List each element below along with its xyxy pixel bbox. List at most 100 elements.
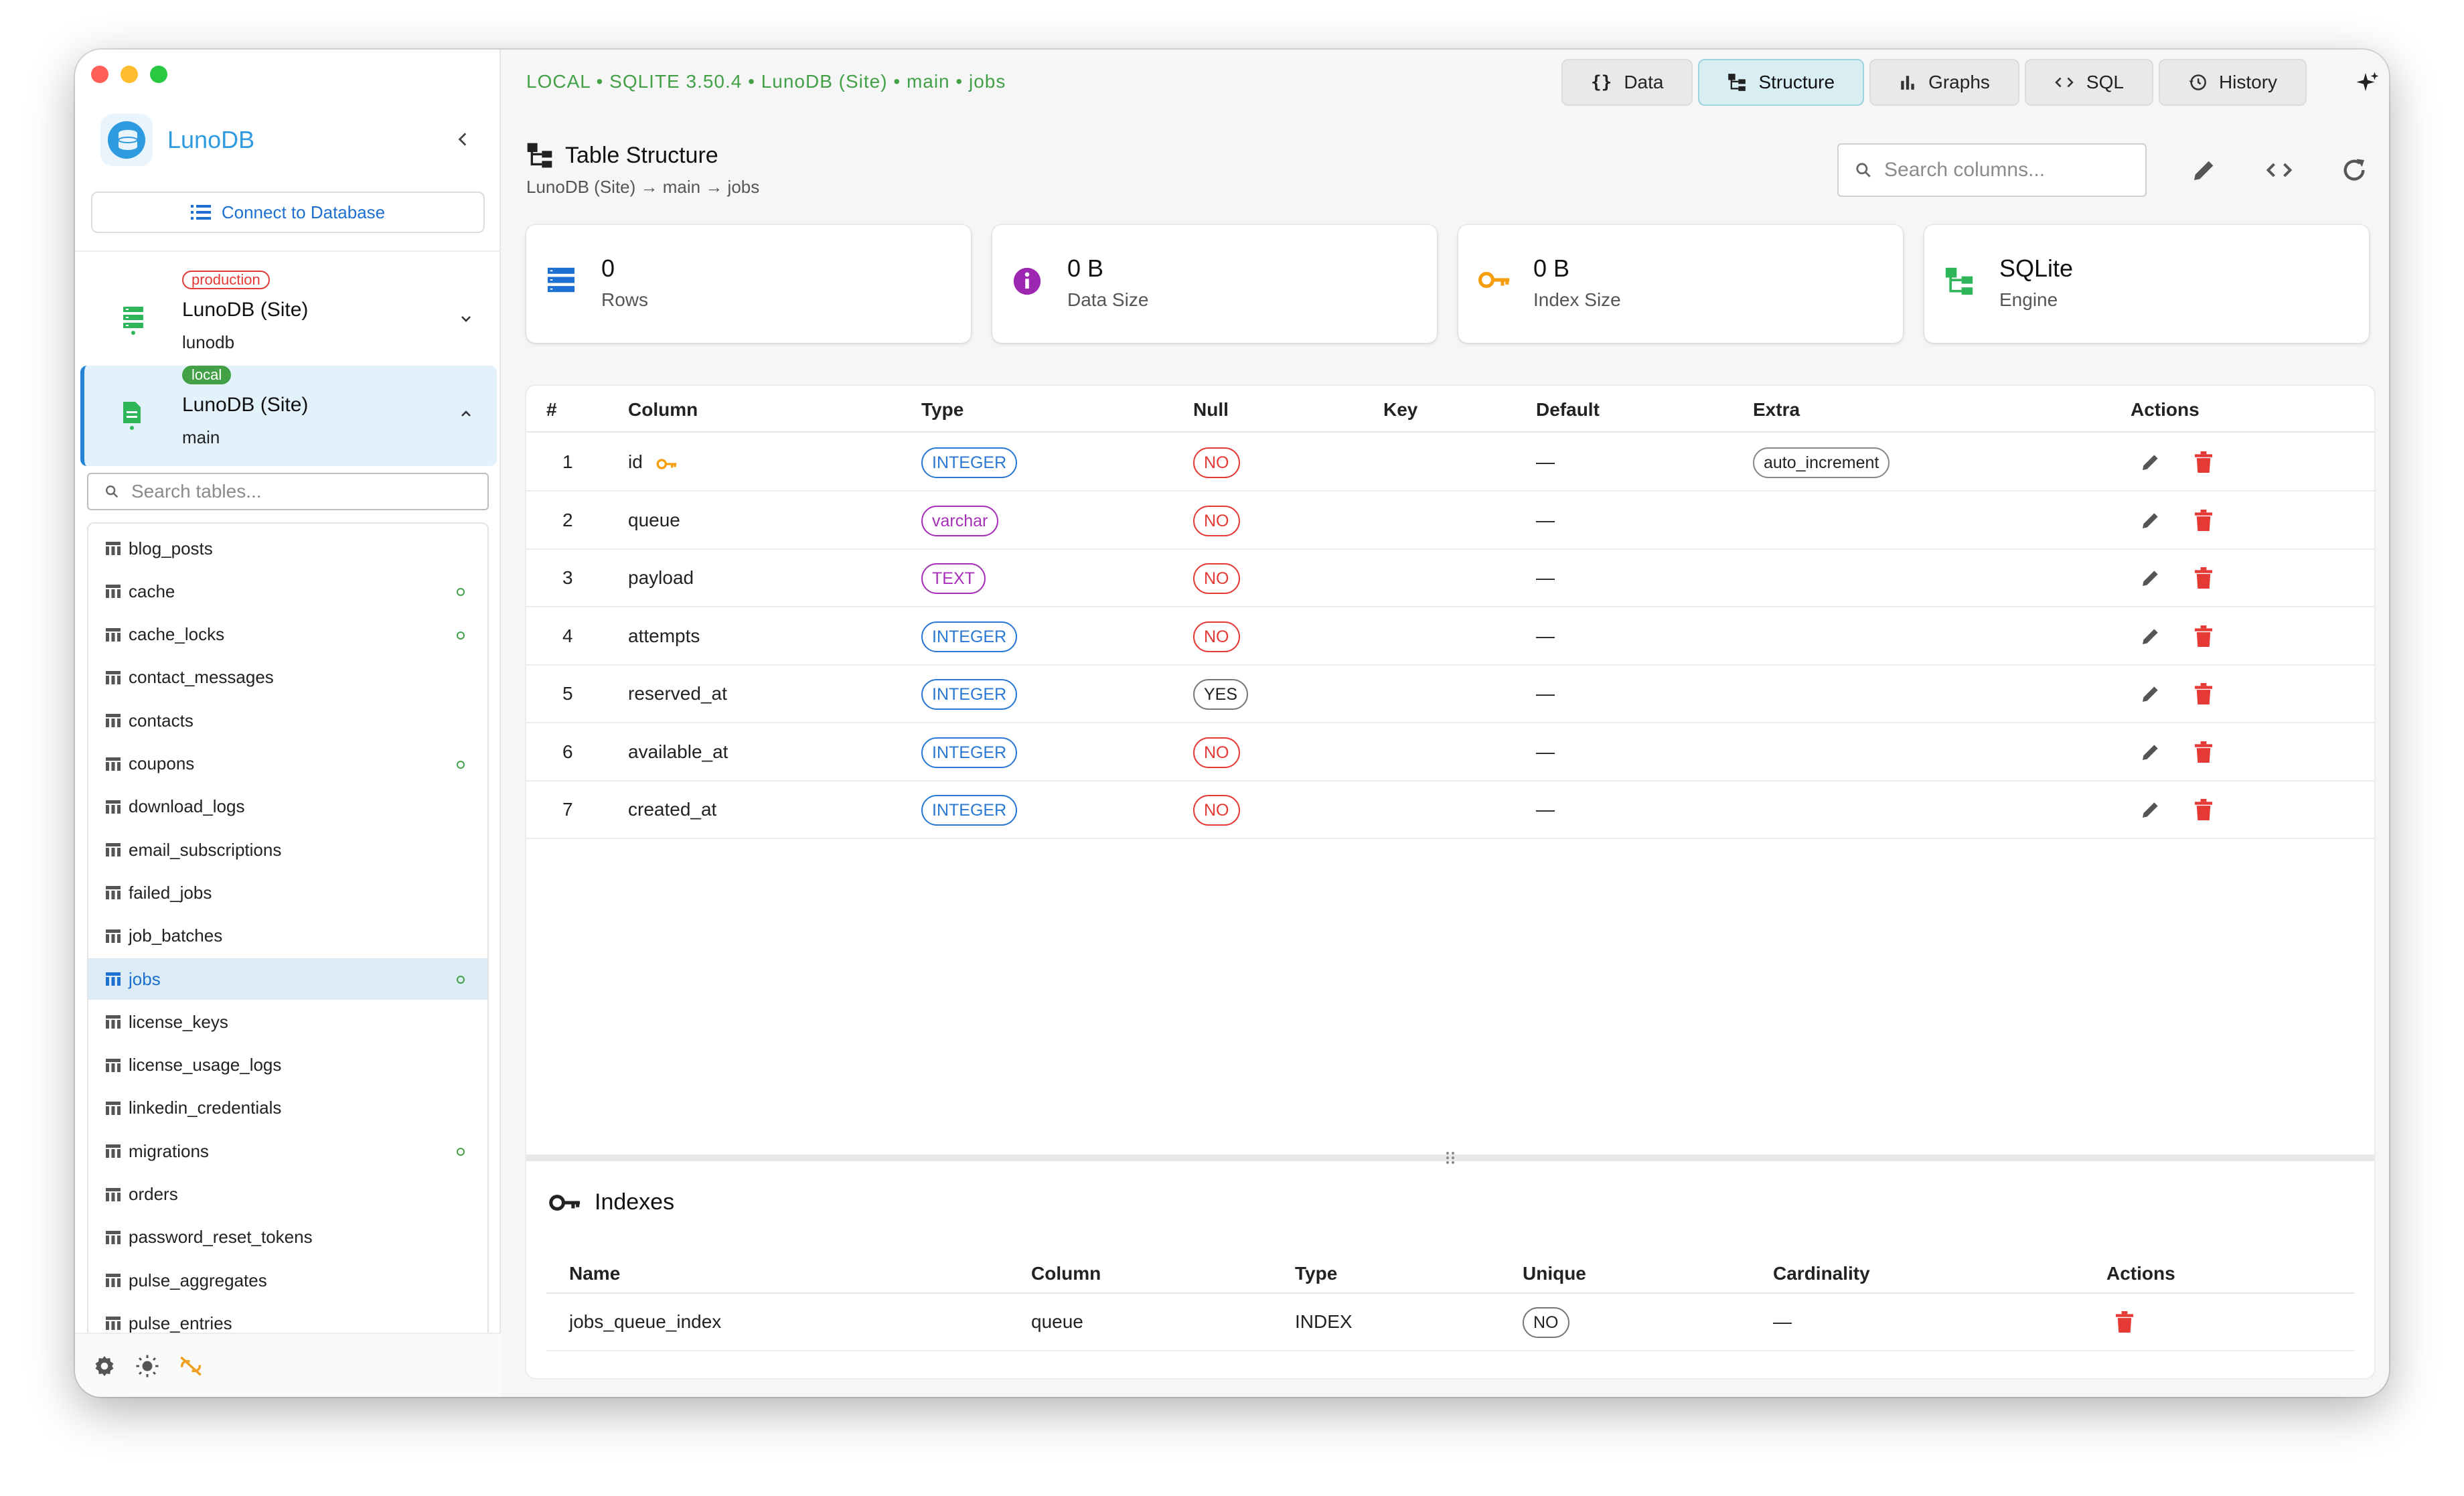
sidebar-table-item[interactable]: contact_messages (88, 657, 487, 698)
column-name: id (628, 451, 643, 472)
sidebar-table-item[interactable]: failed_jobs (88, 872, 487, 913)
table-row[interactable]: 2 queue varchar NO — (526, 492, 2374, 550)
row-number: 7 (562, 799, 573, 820)
sidebar-table-item[interactable]: coupons (88, 743, 487, 785)
sidebar-table-item[interactable]: license_keys (88, 1001, 487, 1043)
column-header[interactable]: Default (1536, 399, 1600, 421)
table-row[interactable]: 3 payload TEXT NO — (526, 550, 2374, 607)
connection-database: main (182, 427, 220, 447)
trash-icon[interactable] (2193, 509, 2214, 531)
column-header: Actions (2106, 1263, 2175, 1284)
null-badge: NO (1193, 621, 1240, 652)
trash-icon[interactable] (2193, 799, 2214, 820)
tab-history[interactable]: History (2158, 59, 2307, 106)
main-content: LOCAL • SQLITE 3.50.4 • LunoDB (Site) • … (501, 50, 2389, 1397)
chevron-down-icon[interactable] (458, 311, 474, 327)
tab-structure[interactable]: Structure (1698, 59, 1865, 106)
null-badge: NO (1193, 447, 1240, 478)
tab-graphs[interactable]: Graphs (1869, 59, 2019, 106)
connection-context: LOCAL • SQLITE 3.50.4 • LunoDB (Site) • … (526, 71, 1006, 92)
view-ddl-button[interactable] (2263, 154, 2295, 186)
pencil-icon[interactable] (2140, 567, 2161, 589)
sidebar-table-item[interactable]: job_batches (88, 915, 487, 957)
sidebar-table-item[interactable]: orders (88, 1174, 487, 1215)
code-icon (2266, 163, 2293, 177)
column-header: Column (1031, 1263, 1101, 1284)
drag-handle-icon[interactable] (1444, 1150, 1457, 1165)
gear-icon[interactable] (92, 1354, 117, 1378)
sidebar-table-item[interactable]: linkedin_credentials (88, 1088, 487, 1129)
connection-production[interactable]: production LunoDB (Site) lunodb (80, 271, 497, 371)
sidebar-table-item[interactable]: password_reset_tokens (88, 1217, 487, 1258)
column-header[interactable]: Extra (1753, 399, 1800, 421)
table-row[interactable]: 6 available_at INTEGER NO — (526, 724, 2374, 781)
connection-local[interactable]: local LunoDB (Site) main (80, 366, 497, 466)
sidebar-table-item[interactable]: pulse_aggregates (88, 1260, 487, 1301)
sun-icon[interactable] (135, 1354, 159, 1378)
minimize-window-button[interactable] (121, 66, 138, 83)
table-row[interactable]: 5 reserved_at INTEGER YES — (526, 666, 2374, 723)
pencil-icon[interactable] (2140, 683, 2161, 704)
column-name: queue (628, 509, 680, 530)
index-cardinality: — (1773, 1311, 1792, 1332)
column-header[interactable]: Key (1383, 399, 1417, 421)
pencil-icon[interactable] (2140, 799, 2161, 820)
table-row[interactable]: 7 created_at INTEGER NO — (526, 781, 2374, 839)
column-header[interactable]: Null (1193, 399, 1229, 421)
table-icon (106, 972, 121, 986)
refresh-button[interactable] (2338, 154, 2370, 186)
sidebar-table-item[interactable]: migrations (88, 1130, 487, 1172)
column-header: Unique (1523, 1263, 1586, 1284)
table-icon (106, 929, 121, 943)
trash-icon[interactable] (2193, 741, 2214, 763)
column-header: Actions (2131, 399, 2200, 420)
zoom-window-button[interactable] (150, 66, 167, 83)
window-controls (91, 66, 167, 83)
chevron-up-icon[interactable] (458, 406, 474, 422)
divider (75, 250, 501, 252)
pencil-icon[interactable] (2140, 451, 2161, 473)
pencil-icon[interactable] (2140, 510, 2161, 531)
link-off-icon[interactable] (178, 1354, 204, 1378)
sidebar-table-item[interactable]: email_subscriptions (88, 829, 487, 871)
table-name: cache (129, 581, 175, 601)
tab-data[interactable]: {} Data (1561, 59, 1693, 106)
sidebar-table-item[interactable]: cache_locks (88, 614, 487, 656)
trash-icon[interactable] (2193, 625, 2214, 647)
table-search-input[interactable]: Search tables... (87, 473, 489, 510)
collapse-sidebar-button[interactable] (449, 125, 478, 154)
table-icon (106, 1274, 121, 1288)
default-value: — (1536, 799, 1555, 820)
connect-to-database-button[interactable]: Connect to Database (91, 192, 485, 233)
sidebar-table-item[interactable]: download_logs (88, 786, 487, 828)
pencil-icon[interactable] (2140, 625, 2161, 647)
ai-sparkle-icon[interactable] (2356, 71, 2380, 95)
key-icon (549, 1194, 581, 1211)
connection-name: LunoDB (Site) (182, 394, 309, 416)
table-row[interactable]: 4 attempts INTEGER NO — (526, 608, 2374, 666)
sidebar-table-item[interactable]: license_usage_logs (88, 1045, 487, 1086)
key-icon (1478, 272, 1510, 288)
sidebar-table-item[interactable]: blog_posts (88, 528, 487, 569)
close-window-button[interactable] (91, 66, 108, 83)
trash-icon[interactable] (2193, 451, 2214, 473)
column-header: Cardinality (1773, 1263, 1870, 1284)
sidebar-table-item[interactable]: contacts (88, 700, 487, 741)
column-name: payload (628, 567, 694, 588)
chevron-left-icon (458, 133, 467, 146)
pencil-icon[interactable] (2140, 741, 2161, 763)
table-row[interactable]: 1 id INTEGER NO — auto_increment (526, 434, 2374, 492)
column-header[interactable]: Type (921, 399, 964, 421)
stat-rows: 0 Rows (526, 225, 971, 343)
row-number: 5 (562, 683, 573, 704)
column-header[interactable]: Column (628, 399, 698, 421)
sidebar-table-item[interactable]: jobs (88, 958, 487, 1000)
edit-table-button[interactable] (2188, 154, 2220, 186)
column-search-input[interactable]: Search columns... (1837, 143, 2147, 197)
trash-icon[interactable] (2114, 1311, 2135, 1333)
sidebar-table-item[interactable]: cache (88, 571, 487, 612)
trash-icon[interactable] (2193, 683, 2214, 704)
pencil-icon (2194, 161, 2214, 180)
tab-sql[interactable]: SQL (2024, 59, 2153, 106)
trash-icon[interactable] (2193, 567, 2214, 589)
